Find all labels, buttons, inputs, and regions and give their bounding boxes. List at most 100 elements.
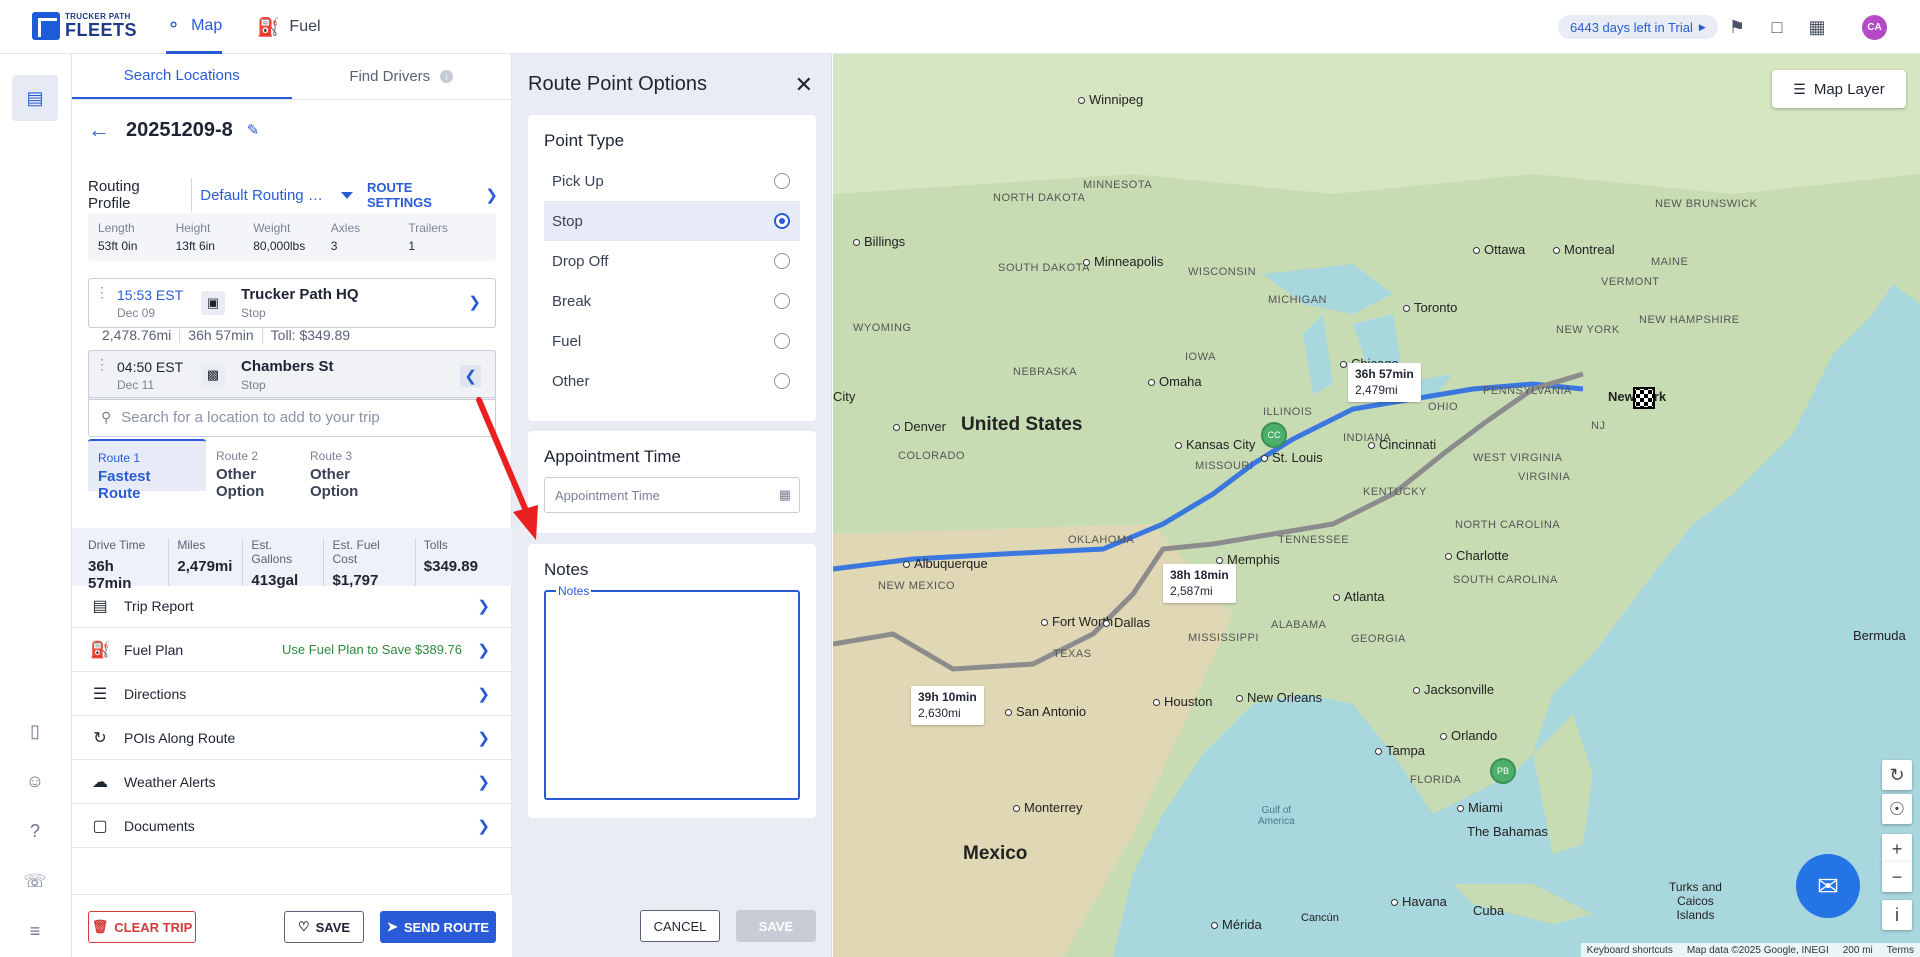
back-arrow-icon[interactable]: ← [88,117,110,143]
route-label-alt-1[interactable]: 38h 18min 2,587mi [1163,564,1236,604]
option-stop[interactable]: Stop [544,201,800,241]
option-other[interactable]: Other [544,361,800,401]
point-type-card: Point Type Pick Up Stop Drop Off Break F… [528,115,816,421]
save-trip-button[interactable]: ♡ SAVE [284,911,364,943]
avatar[interactable]: CA [1862,15,1887,40]
zoom-out-icon[interactable]: − [1882,862,1912,892]
close-icon[interactable]: ✕ [795,72,813,98]
tablet-icon[interactable]: ▯ [12,708,58,754]
headset-icon[interactable]: ☏ [12,858,58,904]
cancel-button[interactable]: CANCEL [640,910,720,942]
trial-badge[interactable]: 6443 days left in Trial ▶ [1558,15,1718,39]
route-label-alt-2[interactable]: 39h 10min 2,630mi [911,686,984,726]
route-name: Other Option [310,466,359,500]
chat-icon[interactable]: ✉ [1796,854,1860,918]
map-label-oklahoma: OKLAHOMA [1068,534,1135,546]
save-button[interactable]: SAVE [736,910,816,942]
checkered-flag-icon[interactable] [1633,387,1655,409]
chevron-left-icon[interactable]: ❮ [460,365,481,387]
route-icon[interactable]: ↻ [1882,760,1912,790]
option-label: Break [552,292,592,310]
map-label-new-hampshire: NEW HAMPSHIRE [1639,314,1740,326]
edit-icon[interactable]: ✎ [247,121,260,139]
drag-handle-icon[interactable]: ⋮ [95,357,109,390]
driver-icon[interactable]: ☺ [12,758,58,804]
drag-handle-icon[interactable]: ⋮ [95,285,109,318]
radio-button-selected[interactable] [774,213,790,229]
option-break[interactable]: Break [544,281,800,321]
appointment-time-input[interactable]: Appointment Time ▦ [544,477,800,513]
menu-trip-report[interactable]: ▤ Trip Report ❯ [72,584,512,628]
menu-directions[interactable]: ☰ Directions ❯ [72,672,512,716]
menu-pois-along-route[interactable]: ↻ POIs Along Route ❯ [72,716,512,760]
nav-tab-fuel[interactable]: ⛽ Fuel [257,0,321,54]
option-label: Drop Off [552,252,609,270]
list-icon: ☰ [92,685,108,703]
tab-find-drivers[interactable]: Find Drivers i [292,54,512,99]
menu-fuel-plan[interactable]: ⛽ Fuel Plan Use Fuel Plan to Save $389.76 ❯ [72,628,512,672]
map-icon[interactable]: ▤ [12,75,58,121]
apps-grid-icon[interactable]: ▦ [1806,16,1828,38]
nav-tab-map[interactable]: ⚬ Map [166,0,223,54]
menu-documents[interactable]: ▢ Documents ❯ [72,804,512,848]
map-pin-cc[interactable]: CC [1261,422,1287,448]
help-icon[interactable]: ? [12,808,58,854]
chevron-right-icon[interactable]: ❯ [468,293,481,311]
map-canvas[interactable]: Winnipeg NORTH DAKOTA MINNESOTA SOUTH DA… [833,54,1920,957]
radio-button[interactable] [774,173,790,189]
map-label-denver: Denver [893,419,946,434]
stop-time: 15:53 EST [117,286,184,303]
route-tab-2[interactable]: Route 2 Other Option [206,439,300,500]
map-label-minneapolis: Minneapolis [1083,254,1163,269]
send-icon: ➤ [386,919,398,934]
clear-trip-button[interactable]: 🗑 CLEAR TRIP [88,911,196,943]
route-label-distance: 2,587mi [1170,583,1213,598]
stop-card-destination[interactable]: ⋮ 04:50 EST Dec 11 ▩ Chambers St Stop ❮ [88,350,496,400]
caret-down-icon[interactable] [340,191,353,199]
calendar-icon[interactable]: ▦ [779,487,791,503]
locate-icon[interactable]: ☉ [1882,794,1912,824]
info-icon[interactable]: i [1882,900,1912,930]
appointment-heading: Appointment Time [544,447,682,466]
notes-textarea[interactable]: Notes [544,584,800,800]
route-tab-3[interactable]: Route 3 Other Option [300,439,394,500]
zoom-in-icon[interactable]: + [1882,834,1912,864]
routing-profile-select[interactable]: Default Routing Pr... [200,187,331,204]
option-drop-off[interactable]: Drop Off [544,241,800,281]
menu-weather-alerts[interactable]: ☁ Weather Alerts ❯ [72,760,512,804]
map-label-united-states: United States [961,414,1083,435]
map-label-missouri: MISSOURI [1195,460,1254,472]
stop-date: Dec 09 [117,305,156,320]
radio-button[interactable] [774,333,790,349]
add-location-search-input[interactable]: ⚲ Search for a location to add to your t… [88,397,496,437]
chevron-right-icon[interactable]: ❯ [485,186,498,204]
route-settings-link[interactable]: ROUTE SETTINGS [367,180,477,210]
metric-label: Est. Gallons [251,538,293,566]
map-pin-pb[interactable]: PB [1490,758,1516,784]
keyboard-shortcuts-link[interactable]: Keyboard shortcuts [1587,945,1673,956]
tab-search-locations[interactable]: Search Locations [72,54,292,99]
message-icon[interactable]: □ [1766,16,1788,38]
menu-label: Trip Report [124,597,194,614]
trip-footer: 🗑 CLEAR TRIP ♡ SAVE ➤ SEND ROUTE [72,894,512,957]
radio-button[interactable] [774,373,790,389]
send-route-button[interactable]: ➤ SEND ROUTE [380,911,496,943]
collapse-menu-icon[interactable]: ≡ [12,908,58,954]
metric-value: $349.89 [423,558,478,575]
terms-link[interactable]: Terms [1887,945,1914,956]
radio-button[interactable] [774,253,790,269]
route-label-primary[interactable]: 36h 57min 2,479mi [1348,363,1421,403]
info-icon[interactable]: i [440,70,454,83]
map-layer-button[interactable]: ☰ Map Layer [1772,70,1906,108]
option-pick-up[interactable]: Pick Up [544,161,800,201]
stop-card-origin[interactable]: ⋮ 15:53 EST Dec 09 ▣ Trucker Path HQ Stop … [88,278,496,328]
route-sign-icon[interactable]: ⚑ [1726,16,1748,38]
stop-date: Dec 11 [117,377,155,392]
logo[interactable]: TRUCKER PATH FLEETS [32,12,137,40]
route-tab-1[interactable]: Route 1 Fastest Route [88,439,206,502]
map-label-albuquerque: Albuquerque [903,556,988,571]
option-label: Pick Up [552,172,604,190]
radio-button[interactable] [774,293,790,309]
segment-summary: 2,478.76mi 36h 57min Toll: $349.89 [102,327,350,344]
option-fuel[interactable]: Fuel [544,321,800,361]
